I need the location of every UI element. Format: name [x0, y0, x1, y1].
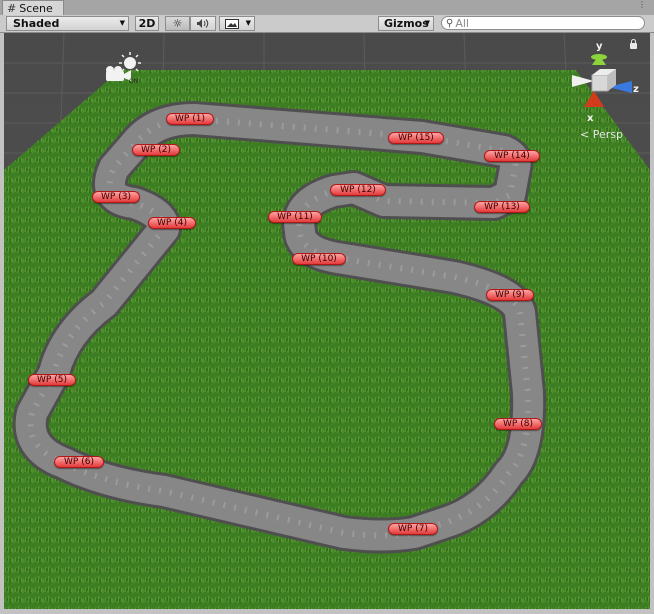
- tab-scene-label: Scene: [19, 1, 53, 15]
- hierarchy-search-input[interactable]: ⚲ All: [441, 16, 645, 30]
- search-icon: ⚲: [446, 17, 454, 29]
- image-icon: [225, 18, 239, 29]
- scene-effects-dropdown[interactable]: ▼: [219, 16, 255, 31]
- tab-bar: # Scene ⋮: [0, 0, 654, 16]
- waypoint-label[interactable]: WP (13): [474, 201, 530, 213]
- waypoint-label[interactable]: WP (1): [166, 113, 214, 125]
- chevron-down-icon: ▼: [119, 19, 125, 27]
- waypoint-label[interactable]: WP (3): [92, 191, 140, 203]
- waypoint-label[interactable]: WP (4): [148, 217, 196, 229]
- window-menu-icon[interactable]: ⋮: [638, 1, 650, 13]
- waypoint-label[interactable]: WP (14): [484, 150, 540, 162]
- projection-value: Persp: [592, 128, 623, 141]
- gizmos-label: Gizmos: [384, 17, 429, 30]
- lock-icon[interactable]: [630, 39, 637, 49]
- gizmos-dropdown[interactable]: Gizmos ▼: [378, 16, 434, 31]
- search-placeholder: All: [455, 16, 469, 30]
- toggle-2d-button[interactable]: 2D: [135, 16, 159, 31]
- sun-icon: ☼: [172, 17, 183, 30]
- scene-audio-toggle[interactable]: [190, 16, 216, 31]
- shading-mode-dropdown[interactable]: Shaded ▼: [6, 16, 129, 31]
- waypoint-label[interactable]: WP (9): [486, 289, 534, 301]
- tab-scene[interactable]: # Scene: [2, 0, 64, 15]
- waypoint-label[interactable]: WP (6): [54, 456, 104, 468]
- waypoint-label[interactable]: WP (2): [132, 144, 180, 156]
- waypoint-label[interactable]: WP (10): [292, 253, 346, 265]
- scene-viewport[interactable]: ON y z x < Persp WP (1) WP (2) WP (3) WP…: [4, 33, 650, 609]
- waypoint-label[interactable]: WP (11): [268, 211, 322, 223]
- scene-toolbar: Shaded ▼ 2D ☼ ▼ Gizmos ▼ ⚲ All: [0, 15, 654, 33]
- scene-window: # Scene ⋮ Shaded ▼ 2D ☼ ▼ Gizmos ▼ ⚲ All…: [0, 0, 654, 614]
- waypoint-label[interactable]: WP (7): [388, 523, 438, 535]
- speaker-icon: [197, 19, 209, 28]
- axis-z-label[interactable]: z: [633, 84, 639, 95]
- waypoint-label[interactable]: WP (8): [494, 418, 542, 430]
- projection-label[interactable]: < Persp: [580, 128, 623, 141]
- shading-mode-value: Shaded: [13, 17, 60, 30]
- axis-x-label[interactable]: x: [587, 113, 593, 124]
- svg-text:ON: ON: [129, 78, 138, 85]
- hash-grid-icon: #: [7, 1, 17, 15]
- waypoint-label[interactable]: WP (12): [330, 184, 386, 196]
- scene-lighting-toggle[interactable]: ☼: [165, 16, 190, 31]
- waypoint-label[interactable]: WP (5): [28, 374, 76, 386]
- scene-render: ON: [4, 33, 650, 609]
- waypoint-label[interactable]: WP (15): [388, 132, 444, 144]
- toggle-2d-label: 2D: [138, 17, 156, 30]
- chevron-down-icon: ▼: [245, 19, 251, 27]
- chevron-down-icon: ▼: [424, 19, 430, 27]
- axis-y-label[interactable]: y: [596, 41, 603, 52]
